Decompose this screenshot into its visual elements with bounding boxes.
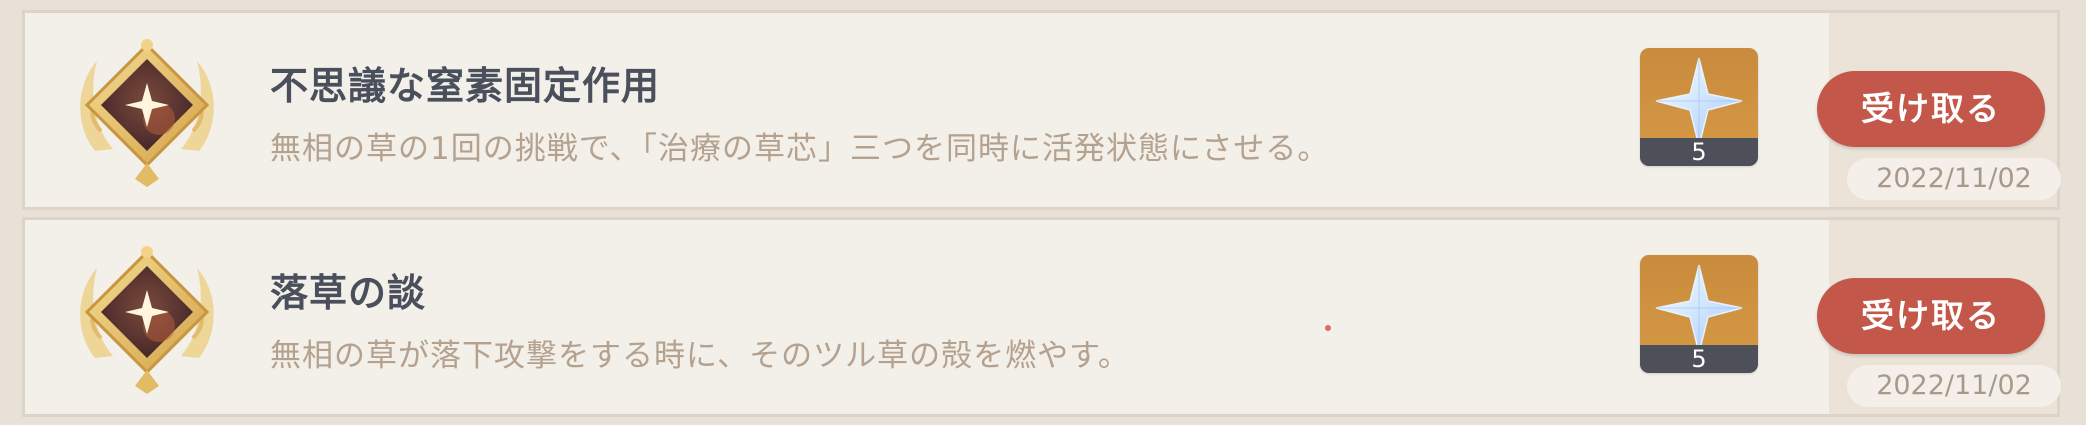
decorative-dot — [1325, 325, 1331, 331]
primogem-icon — [1655, 264, 1743, 354]
achievement-title: 落草の談 — [270, 271, 427, 315]
reward-item[interactable]: 5 — [1640, 255, 1758, 373]
reward-item[interactable]: 5 — [1640, 48, 1758, 166]
achievement-description: 無相の草の1回の挑戦で、「治療の草芯」三つを同時に活発状態にさせる。 — [270, 131, 1330, 167]
achievement-date: 2022/11/02 — [1847, 365, 2061, 407]
achievement-date: 2022/11/02 — [1847, 158, 2061, 200]
achievement-list: 不思議な窒素固定作用 無相の草の1回の挑戦で、「治療の草芯」三つを同時に活発状態… — [0, 0, 2086, 425]
achievement-description: 無相の草が落下攻撃をする時に、そのツル草の殻を燃やす。 — [270, 338, 1130, 374]
claim-button[interactable]: 受け取る — [1817, 71, 2045, 147]
primogem-icon — [1655, 57, 1743, 147]
reward-count: 5 — [1640, 138, 1758, 166]
claim-button[interactable]: 受け取る — [1817, 278, 2045, 354]
reward-count: 5 — [1640, 345, 1758, 373]
achievement-row: 落草の談 無相の草が落下攻撃をする時に、そのツル草の殻を燃やす。 5 受け取る … — [22, 217, 2061, 417]
achievement-title: 不思議な窒素固定作用 — [270, 64, 661, 108]
achievement-badge-icon — [80, 246, 214, 394]
achievement-badge-icon — [80, 39, 214, 187]
achievement-row: 不思議な窒素固定作用 無相の草の1回の挑戦で、「治療の草芯」三つを同時に活発状態… — [22, 10, 2061, 210]
